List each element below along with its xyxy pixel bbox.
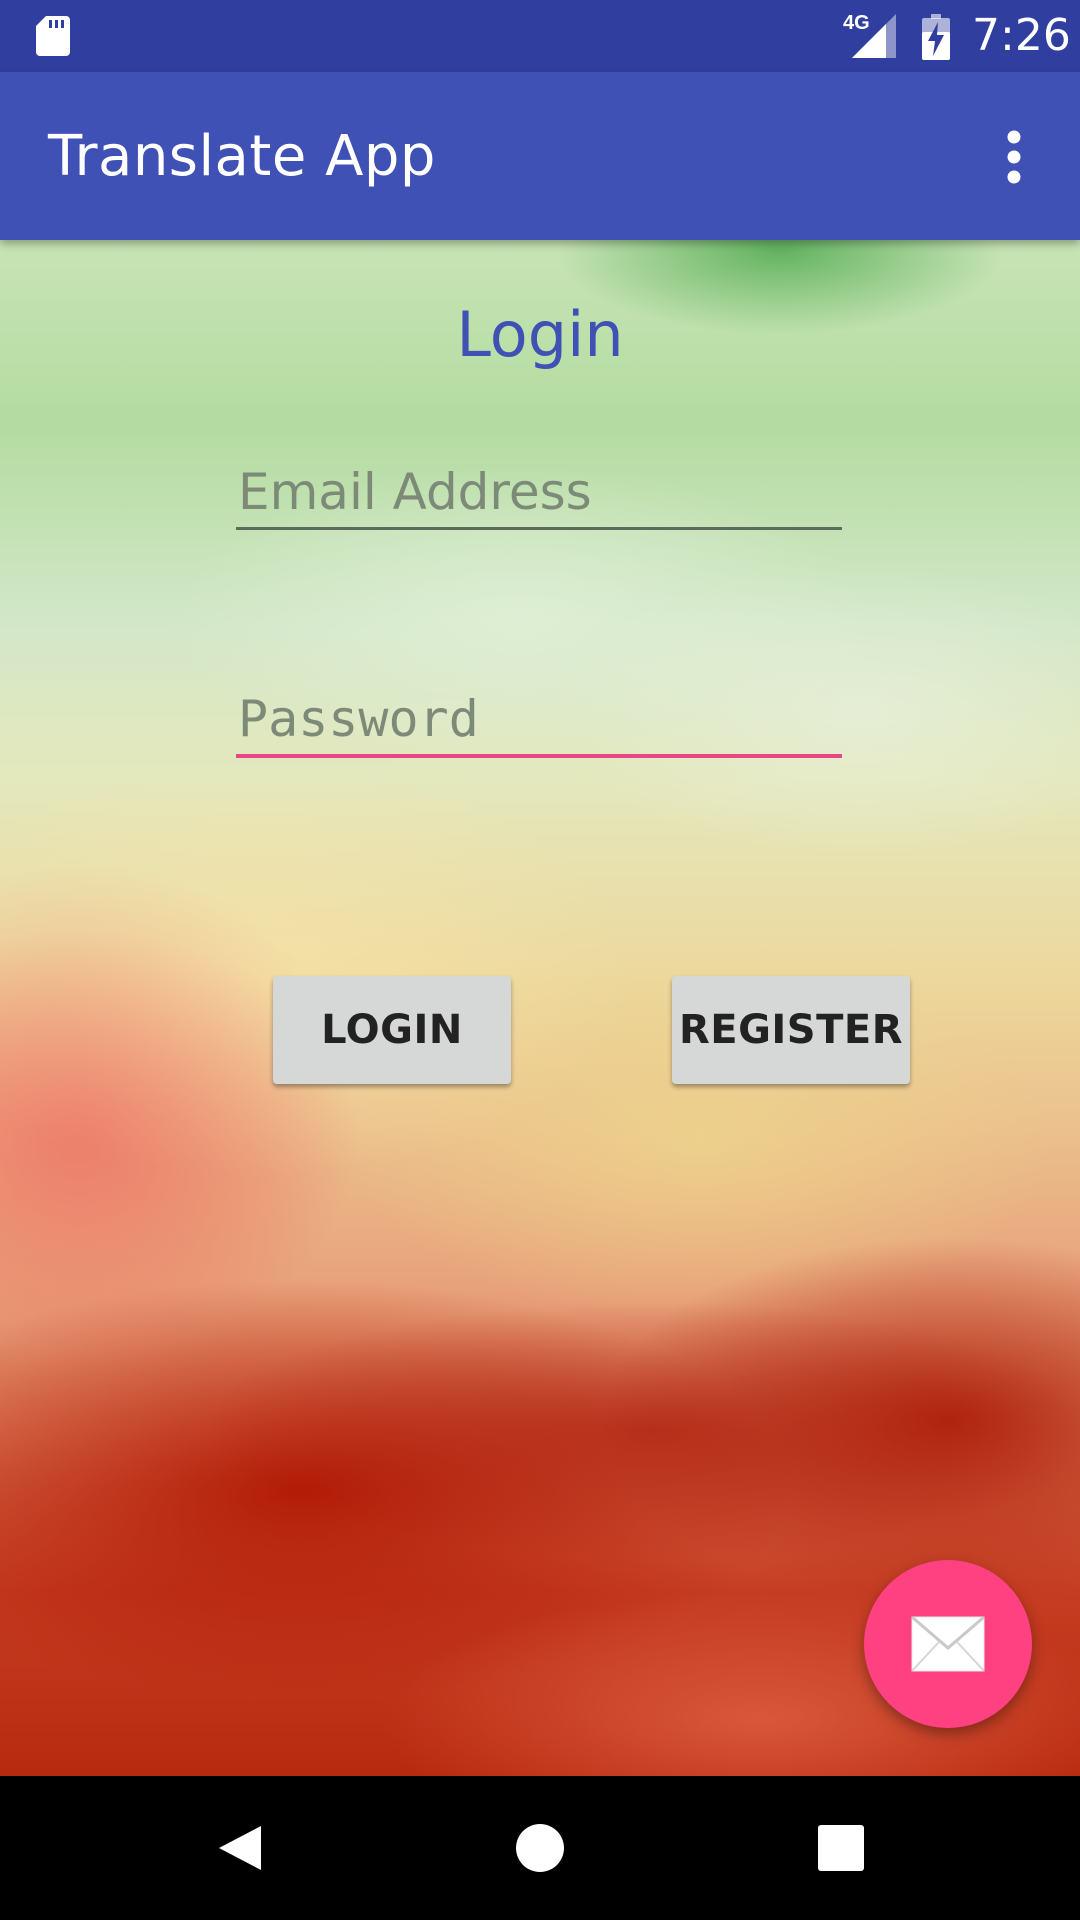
login-title: Login [456,298,624,371]
screen: 4G 7:26 Translate App Login Email Addres… [0,0,1080,1920]
more-vert-icon[interactable] [990,127,1038,187]
login-button[interactable]: LOGIN [273,976,511,1084]
register-button-label: REGISTER [678,1007,904,1053]
email-icon [911,1616,985,1672]
email-fab-button[interactable] [864,1560,1032,1728]
sd-card-icon [36,16,70,56]
login-button-label: LOGIN [321,1007,463,1053]
signal-icon [852,14,896,58]
login-content: Login LOGIN REGISTER [0,240,1080,1776]
register-button[interactable]: REGISTER [672,976,910,1084]
status-clock: 7:26 [972,10,1071,61]
email-field[interactable] [236,456,842,530]
password-field[interactable] [236,684,842,758]
battery-charging-icon [922,14,950,60]
status-bar: 4G 7:26 [0,0,1080,72]
background-petal-shape [200,1300,1080,1560]
navigation-bar [0,1776,1080,1920]
recents-icon[interactable] [805,1812,877,1884]
back-icon[interactable] [203,1812,275,1884]
home-icon[interactable] [504,1812,576,1884]
app-title: Translate App [48,124,436,189]
app-bar: Translate App [0,72,1080,240]
